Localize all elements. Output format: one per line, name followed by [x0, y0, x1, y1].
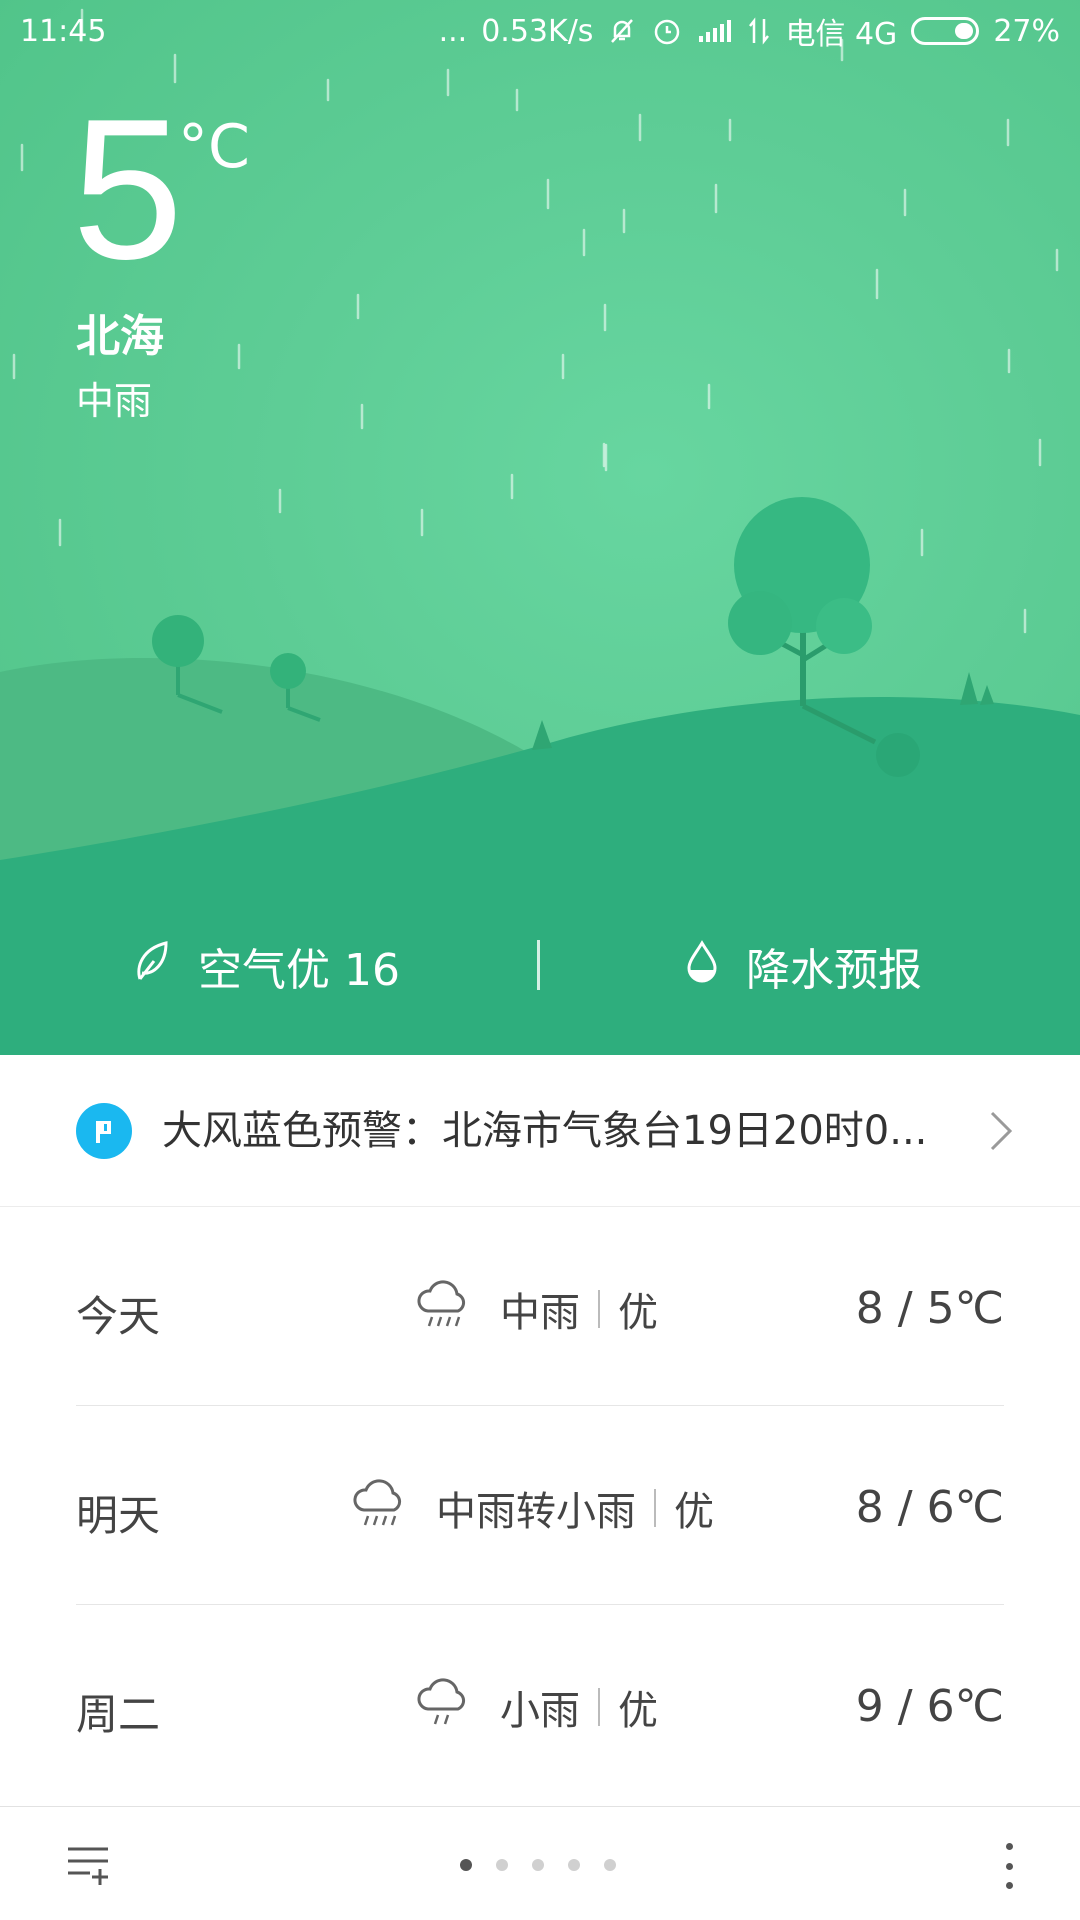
forecast-aqi: 优: [618, 1688, 658, 1734]
add-city-menu-icon[interactable]: [64, 1843, 114, 1889]
precipitation-label: 降水预报: [746, 945, 922, 996]
light-rain-cloud-icon: [414, 1675, 472, 1739]
water-drop-icon: [684, 939, 720, 994]
battery-percent: 27%: [993, 13, 1060, 49]
status-time: 11:45: [20, 13, 107, 49]
hero-infobar: 空气优 16 降水预报: [0, 930, 1080, 1002]
forecast-aqi: 优: [618, 1290, 658, 1336]
current-condition: 中雨: [76, 379, 153, 423]
forecast-row[interactable]: 今天 中雨 优 8 / 5℃: [0, 1207, 1080, 1406]
infobar-divider: [537, 940, 540, 990]
forecast-summary: 小雨 优: [414, 1675, 658, 1739]
air-quality-label: 空气优 16: [198, 945, 400, 996]
alarm-icon: [651, 15, 683, 47]
forecast-row[interactable]: 明天 中雨转小雨 优 8 / 6℃: [0, 1406, 1080, 1605]
forecast-divider: [598, 1688, 600, 1726]
page-dot[interactable]: [568, 1859, 580, 1871]
air-quality-button[interactable]: 空气优 16: [132, 934, 400, 998]
status-dots: ...: [438, 13, 468, 49]
alert-text: 大风蓝色预警：北海市气象台19日20时0...: [162, 1108, 928, 1154]
carrier: 电信 4G: [785, 17, 898, 52]
data-icon: [747, 17, 771, 45]
net-speed: 0.53K/s: [481, 13, 594, 49]
precipitation-button[interactable]: 降水预报: [684, 934, 922, 998]
forecast-weather: 小雨: [500, 1688, 580, 1734]
forecast-temps: 8 / 6℃: [855, 1482, 1004, 1533]
forecast-day: 明天: [76, 1491, 161, 1540]
signal-icon: [697, 18, 733, 44]
bottom-bar: [0, 1806, 1080, 1920]
temperature-unit: °C: [178, 112, 250, 182]
forecast-day: 今天: [76, 1292, 161, 1341]
chevron-right-icon: [988, 1109, 1014, 1157]
forecast-divider: [598, 1290, 600, 1328]
forecast-temps: 8 / 5℃: [855, 1283, 1004, 1334]
forecast-weather: 中雨转小雨: [436, 1489, 636, 1535]
status-bar: 11:45 ... 0.53K/s 电信 4G 27%: [0, 0, 1080, 62]
forecast-row[interactable]: 周二 小雨 优 9 / 6℃: [0, 1605, 1080, 1804]
weather-hero: 11:45 ... 0.53K/s 电信 4G 27% 5 °C 北海 中雨 空…: [0, 0, 1080, 1055]
page-dot[interactable]: [532, 1859, 544, 1871]
forecast-aqi: 优: [674, 1489, 714, 1535]
more-options-icon[interactable]: [1002, 1843, 1016, 1889]
forecast-temps: 9 / 6℃: [855, 1681, 1004, 1732]
forecast-day: 周二: [76, 1690, 161, 1739]
alert-flag-icon: [76, 1103, 132, 1159]
forecast-divider: [654, 1489, 656, 1527]
current-temperature: 5: [72, 78, 184, 301]
weather-alert[interactable]: 大风蓝色预警：北海市气象台19日20时0...: [0, 1055, 1080, 1207]
forecast-summary: 中雨转小雨 优: [350, 1476, 714, 1540]
mute-icon: [607, 16, 637, 46]
page-dot[interactable]: [604, 1859, 616, 1871]
forecast-summary: 中雨 优: [414, 1277, 658, 1341]
city-name[interactable]: 北海: [76, 300, 164, 364]
rain-cloud-icon: [350, 1476, 408, 1540]
page-indicator: [460, 1859, 616, 1871]
rain-cloud-icon: [414, 1277, 472, 1341]
forecast-list: 今天 中雨 优 8 / 5℃ 明天 中雨转小雨 优 8 / 6℃ 周二 小雨 优…: [0, 1207, 1080, 1804]
forecast-weather: 中雨: [500, 1290, 580, 1336]
page-dot[interactable]: [496, 1859, 508, 1871]
page-dot[interactable]: [460, 1859, 472, 1871]
battery-icon: [911, 17, 980, 45]
leaf-icon: [132, 939, 172, 994]
